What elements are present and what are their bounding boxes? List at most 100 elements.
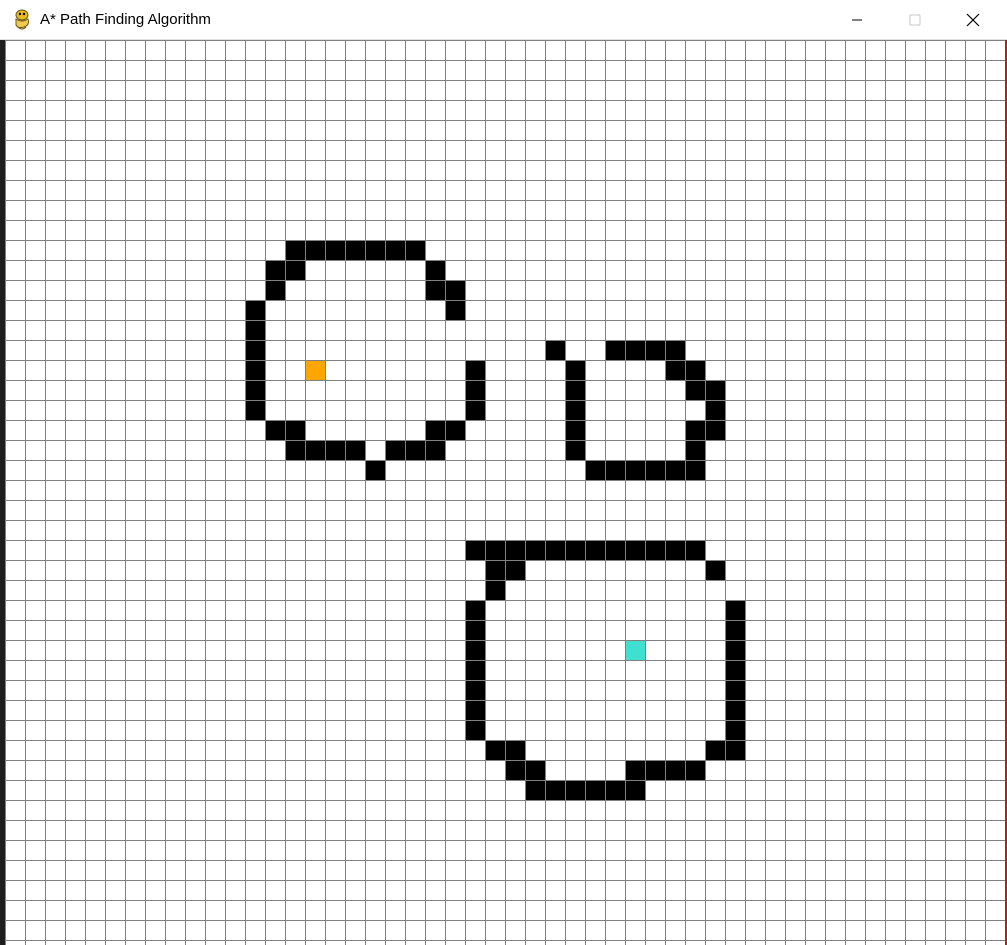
barrier-cell[interactable]	[465, 700, 485, 720]
barrier-cell[interactable]	[405, 440, 425, 460]
barrier-cell[interactable]	[665, 460, 685, 480]
maximize-button[interactable]	[892, 0, 938, 40]
barrier-cell[interactable]	[465, 620, 485, 640]
start-node[interactable]	[305, 360, 325, 380]
barrier-cell[interactable]	[645, 540, 665, 560]
barrier-cell[interactable]	[605, 780, 625, 800]
barrier-cell[interactable]	[565, 420, 585, 440]
barrier-cell[interactable]	[725, 640, 745, 660]
barrier-cell[interactable]	[605, 540, 625, 560]
barrier-cell[interactable]	[605, 340, 625, 360]
barrier-cell[interactable]	[565, 400, 585, 420]
barrier-cell[interactable]	[345, 240, 365, 260]
barrier-cell[interactable]	[365, 240, 385, 260]
barrier-cell[interactable]	[325, 440, 345, 460]
barrier-cell[interactable]	[425, 420, 445, 440]
barrier-cell[interactable]	[305, 440, 325, 460]
barrier-cell[interactable]	[685, 360, 705, 380]
minimize-button[interactable]	[834, 0, 880, 40]
barrier-cell[interactable]	[305, 240, 325, 260]
barrier-cell[interactable]	[385, 440, 405, 460]
barrier-cell[interactable]	[565, 360, 585, 380]
barrier-cell[interactable]	[625, 460, 645, 480]
barrier-cell[interactable]	[705, 380, 725, 400]
barrier-cell[interactable]	[585, 460, 605, 480]
barrier-cell[interactable]	[625, 540, 645, 560]
barrier-cell[interactable]	[645, 760, 665, 780]
barrier-cell[interactable]	[685, 540, 705, 560]
barrier-cell[interactable]	[445, 280, 465, 300]
barrier-cell[interactable]	[485, 560, 505, 580]
grid-canvas[interactable]	[5, 40, 1005, 945]
barrier-cell[interactable]	[685, 760, 705, 780]
barrier-cell[interactable]	[645, 340, 665, 360]
barrier-cell[interactable]	[265, 260, 285, 280]
barrier-cell[interactable]	[245, 360, 265, 380]
barrier-cell[interactable]	[465, 400, 485, 420]
barrier-cell[interactable]	[285, 240, 305, 260]
barrier-cell[interactable]	[465, 360, 485, 380]
pathfinding-grid[interactable]	[5, 40, 1005, 945]
barrier-cell[interactable]	[605, 460, 625, 480]
barrier-cell[interactable]	[725, 620, 745, 640]
barrier-cell[interactable]	[625, 340, 645, 360]
barrier-cell[interactable]	[285, 260, 305, 280]
barrier-cell[interactable]	[625, 780, 645, 800]
barrier-cell[interactable]	[505, 740, 525, 760]
barrier-cell[interactable]	[565, 540, 585, 560]
barrier-cell[interactable]	[245, 340, 265, 360]
barrier-cell[interactable]	[465, 680, 485, 700]
barrier-cell[interactable]	[665, 360, 685, 380]
barrier-cell[interactable]	[725, 600, 745, 620]
barrier-cell[interactable]	[545, 540, 565, 560]
barrier-cell[interactable]	[385, 240, 405, 260]
barrier-cell[interactable]	[405, 240, 425, 260]
barrier-cell[interactable]	[445, 300, 465, 320]
barrier-cell[interactable]	[245, 400, 265, 420]
barrier-cell[interactable]	[705, 740, 725, 760]
barrier-cell[interactable]	[485, 740, 505, 760]
barrier-cell[interactable]	[545, 780, 565, 800]
barrier-cell[interactable]	[245, 320, 265, 340]
barrier-cell[interactable]	[465, 720, 485, 740]
barrier-cell[interactable]	[505, 560, 525, 580]
barrier-cell[interactable]	[565, 440, 585, 460]
barrier-cell[interactable]	[665, 540, 685, 560]
barrier-cell[interactable]	[705, 560, 725, 580]
barrier-cell[interactable]	[485, 540, 505, 560]
barrier-cell[interactable]	[265, 420, 285, 440]
title-bar[interactable]: A* Path Finding Algorithm	[0, 0, 1007, 40]
barrier-cell[interactable]	[525, 540, 545, 560]
barrier-cell[interactable]	[705, 420, 725, 440]
barrier-cell[interactable]	[505, 760, 525, 780]
barrier-cell[interactable]	[725, 660, 745, 680]
barrier-cell[interactable]	[685, 420, 705, 440]
barrier-cell[interactable]	[645, 460, 665, 480]
barrier-cell[interactable]	[465, 660, 485, 680]
barrier-cell[interactable]	[285, 420, 305, 440]
barrier-cell[interactable]	[445, 420, 465, 440]
barrier-cell[interactable]	[685, 440, 705, 460]
barrier-cell[interactable]	[705, 400, 725, 420]
barrier-cell[interactable]	[725, 680, 745, 700]
barrier-cell[interactable]	[685, 380, 705, 400]
barrier-cell[interactable]	[665, 340, 685, 360]
barrier-cell[interactable]	[465, 600, 485, 620]
barrier-cell[interactable]	[725, 720, 745, 740]
barrier-cell[interactable]	[665, 760, 685, 780]
barrier-cell[interactable]	[545, 340, 565, 360]
barrier-cell[interactable]	[365, 460, 385, 480]
barrier-cell[interactable]	[685, 460, 705, 480]
barrier-cell[interactable]	[505, 540, 525, 560]
barrier-cell[interactable]	[345, 440, 365, 460]
barrier-cell[interactable]	[585, 540, 605, 560]
end-node[interactable]	[625, 640, 645, 660]
barrier-cell[interactable]	[585, 780, 605, 800]
barrier-cell[interactable]	[725, 700, 745, 720]
barrier-cell[interactable]	[465, 380, 485, 400]
barrier-cell[interactable]	[725, 740, 745, 760]
barrier-cell[interactable]	[485, 580, 505, 600]
barrier-cell[interactable]	[425, 260, 445, 280]
barrier-cell[interactable]	[425, 280, 445, 300]
barrier-cell[interactable]	[565, 780, 585, 800]
